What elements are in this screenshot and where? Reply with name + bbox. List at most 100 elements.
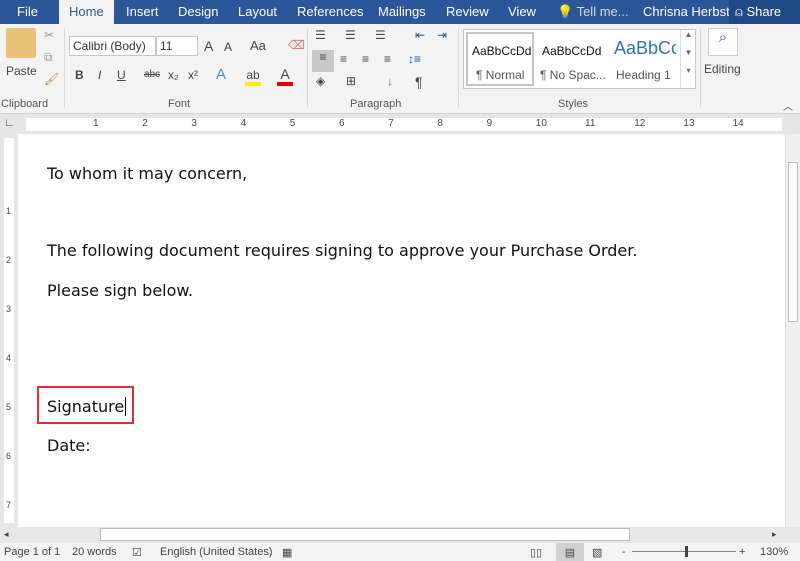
shrink-font-button[interactable]: A xyxy=(224,40,232,54)
divider xyxy=(458,28,459,108)
zoom-in-button[interactable]: + xyxy=(739,546,745,558)
superscript-button[interactable]: x² xyxy=(188,68,198,82)
clear-formatting-icon[interactable]: ⌫ xyxy=(288,38,305,52)
multilevel-list-icon[interactable]: ☰ xyxy=(375,28,386,42)
scroll-thumb[interactable] xyxy=(100,528,630,541)
decrease-indent-icon[interactable]: ⇤ xyxy=(415,28,425,42)
line-spacing-icon[interactable]: ↕≡ xyxy=(408,52,421,66)
copy-icon[interactable]: ⧉ xyxy=(44,50,53,65)
language[interactable]: English (United States) xyxy=(160,546,273,558)
tab-bar: File Home Insert Design Layout Reference… xyxy=(0,0,800,24)
numbering-icon[interactable]: ☰ xyxy=(345,28,356,42)
page-count[interactable]: Page 1 of 1 xyxy=(4,546,60,558)
greeting-line[interactable]: To whom it may concern, xyxy=(47,164,247,183)
ruler-tick-label: 8 xyxy=(437,118,443,129)
signature-line[interactable]: Signature xyxy=(47,397,127,416)
tab-references[interactable]: References xyxy=(297,0,363,24)
tab-design[interactable]: Design xyxy=(178,0,218,24)
align-right-button[interactable]: ≡ xyxy=(362,52,369,66)
text-effects-button[interactable]: A xyxy=(216,66,226,83)
tab-selector-icon[interactable]: ∟ xyxy=(4,117,15,129)
read-mode-icon[interactable]: ▯▯ xyxy=(530,546,542,559)
subscript-button[interactable]: x₂ xyxy=(168,68,179,82)
change-case-button[interactable]: Aa xyxy=(250,38,266,53)
scroll-thumb[interactable] xyxy=(788,162,798,322)
date-line[interactable]: Date: xyxy=(47,436,91,455)
center-button[interactable]: ≡ xyxy=(340,52,347,66)
bullets-icon[interactable]: ☰ xyxy=(315,28,326,42)
word-count[interactable]: 20 words xyxy=(72,546,117,558)
tab-layout[interactable]: Layout xyxy=(238,0,277,24)
highlight-icon[interactable]: ab xyxy=(245,68,261,86)
collapse-ribbon-icon[interactable]: ︿ xyxy=(783,98,793,113)
borders-icon[interactable]: ⊞ xyxy=(346,74,356,88)
paste-button[interactable]: Paste xyxy=(6,64,37,78)
ruler-tick-label: 5 xyxy=(289,118,296,129)
horizontal-scrollbar[interactable]: ◂ ▸ xyxy=(0,527,800,543)
user-name[interactable]: Chrisna Herbst xyxy=(643,0,730,24)
strikethrough-button[interactable]: abc xyxy=(144,69,160,80)
shading-icon[interactable]: ◈ xyxy=(316,74,325,88)
horizontal-ruler[interactable]: ∟ xyxy=(0,114,800,134)
increase-indent-icon[interactable]: ⇥ xyxy=(437,28,447,42)
document-page[interactable] xyxy=(18,134,785,527)
person-add-icon: ⍝ xyxy=(735,4,743,19)
tab-file[interactable]: File xyxy=(17,0,38,24)
zoom-slider-thumb[interactable] xyxy=(685,546,688,557)
ruler-tick-label: 1 xyxy=(93,118,99,129)
find-icon[interactable]: ⌕ xyxy=(708,28,738,56)
ruler-tick-label: 9 xyxy=(486,118,493,129)
zoom-out-button[interactable]: - xyxy=(622,546,626,558)
format-painter-icon[interactable]: 🖌 xyxy=(44,72,59,86)
paste-icon[interactable] xyxy=(6,28,36,58)
tell-me-search[interactable]: 💡 Tell me... xyxy=(557,0,629,24)
tab-insert[interactable]: Insert xyxy=(126,0,159,24)
styles-label: Styles xyxy=(558,98,588,110)
zoom-level[interactable]: 130% xyxy=(760,546,788,558)
style-normal[interactable]: AaBbCcDd ¶ Normal xyxy=(466,32,534,86)
proofing-icon[interactable]: ☑ xyxy=(132,546,142,559)
vertical-scrollbar[interactable] xyxy=(785,134,800,527)
editing-button[interactable]: Editing xyxy=(704,62,741,76)
tab-home[interactable]: Home xyxy=(59,0,114,24)
lightbulb-icon: 💡 xyxy=(557,4,574,19)
print-layout-icon[interactable]: ▤ xyxy=(556,543,584,561)
grow-font-button[interactable]: A xyxy=(204,38,213,54)
align-left-button[interactable]: ≡ xyxy=(312,50,334,72)
instruction-line[interactable]: Please sign below. xyxy=(47,281,193,300)
ribbon: Paste ✂ ⧉ 🖌 Clipboard Calibri (Body) 11 … xyxy=(0,24,800,114)
tab-review[interactable]: Review xyxy=(446,0,489,24)
vruler-tick-label: 2 xyxy=(6,255,12,265)
sort-icon[interactable]: ↓ xyxy=(387,74,393,88)
font-name-select[interactable]: Calibri (Body) xyxy=(69,36,156,56)
tab-mailings[interactable]: Mailings xyxy=(378,0,426,24)
vruler-tick-label: 1 xyxy=(6,206,12,216)
italic-button[interactable]: I xyxy=(98,68,101,82)
font-color-button[interactable]: A xyxy=(277,66,293,86)
style-no-spacing[interactable]: AaBbCcDd ¶ No Spac... xyxy=(538,34,610,86)
font-size-select[interactable]: 11 xyxy=(156,36,198,56)
styles-scroll[interactable]: ▲ ▼ ▾ xyxy=(680,30,696,88)
share-button[interactable]: ⍝ Share xyxy=(729,0,800,24)
web-layout-icon[interactable]: ▧ xyxy=(592,546,602,559)
body-line[interactable]: The following document requires signing … xyxy=(47,241,637,260)
vertical-ruler[interactable] xyxy=(0,134,18,527)
show-formatting-button[interactable]: ¶ xyxy=(415,74,423,90)
justify-button[interactable]: ≡ xyxy=(384,52,391,66)
divider xyxy=(64,28,65,108)
underline-button[interactable]: U xyxy=(117,68,126,82)
paragraph-label: Paragraph xyxy=(350,98,402,110)
scroll-left-icon[interactable]: ◂ xyxy=(4,529,9,540)
bold-button[interactable]: B xyxy=(75,68,84,82)
scroll-right-icon[interactable]: ▸ xyxy=(772,529,777,540)
tab-view[interactable]: View xyxy=(508,0,536,24)
cut-icon[interactable]: ✂ xyxy=(44,28,54,42)
vruler-tick-label: 5 xyxy=(6,402,12,412)
ruler-tick-label: 3 xyxy=(191,118,197,129)
macro-icon[interactable]: ▦ xyxy=(282,546,292,559)
vruler-tick-label: 7 xyxy=(6,500,12,510)
style-heading-1[interactable]: AaBbCc Heading 1 xyxy=(614,34,676,86)
vruler-tick-label: 6 xyxy=(6,451,12,461)
status-bar: Page 1 of 1 20 words ☑ English (United S… xyxy=(0,543,800,561)
zoom-slider[interactable] xyxy=(632,551,736,552)
